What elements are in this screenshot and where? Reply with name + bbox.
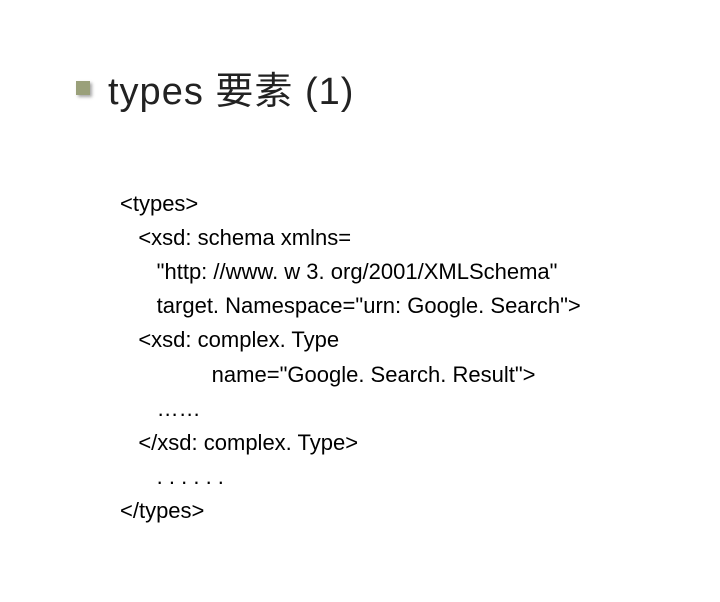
- code-line: <types>: [120, 191, 198, 216]
- square-bullet-icon: [76, 81, 90, 95]
- code-line: ……: [120, 396, 201, 421]
- code-line: target. Namespace="urn: Google. Search">: [120, 293, 581, 318]
- slide-title: types 要素 (1): [108, 60, 354, 115]
- code-line: </types>: [120, 498, 204, 523]
- code-line: <xsd: complex. Type: [120, 327, 339, 352]
- code-line: "http: //www. w 3. org/2001/XMLSchema": [120, 259, 557, 284]
- code-line: <xsd: schema xmlns=: [120, 225, 351, 250]
- code-line: name="Google. Search. Result">: [120, 362, 536, 387]
- code-line: </xsd: complex. Type>: [120, 430, 358, 455]
- code-block: <types> <xsd: schema xmlns= "http: //www…: [120, 153, 660, 562]
- title-row: types 要素 (1): [76, 60, 660, 115]
- slide: types 要素 (1) <types> <xsd: schema xmlns=…: [0, 0, 720, 602]
- code-line: . . . . . .: [120, 464, 224, 489]
